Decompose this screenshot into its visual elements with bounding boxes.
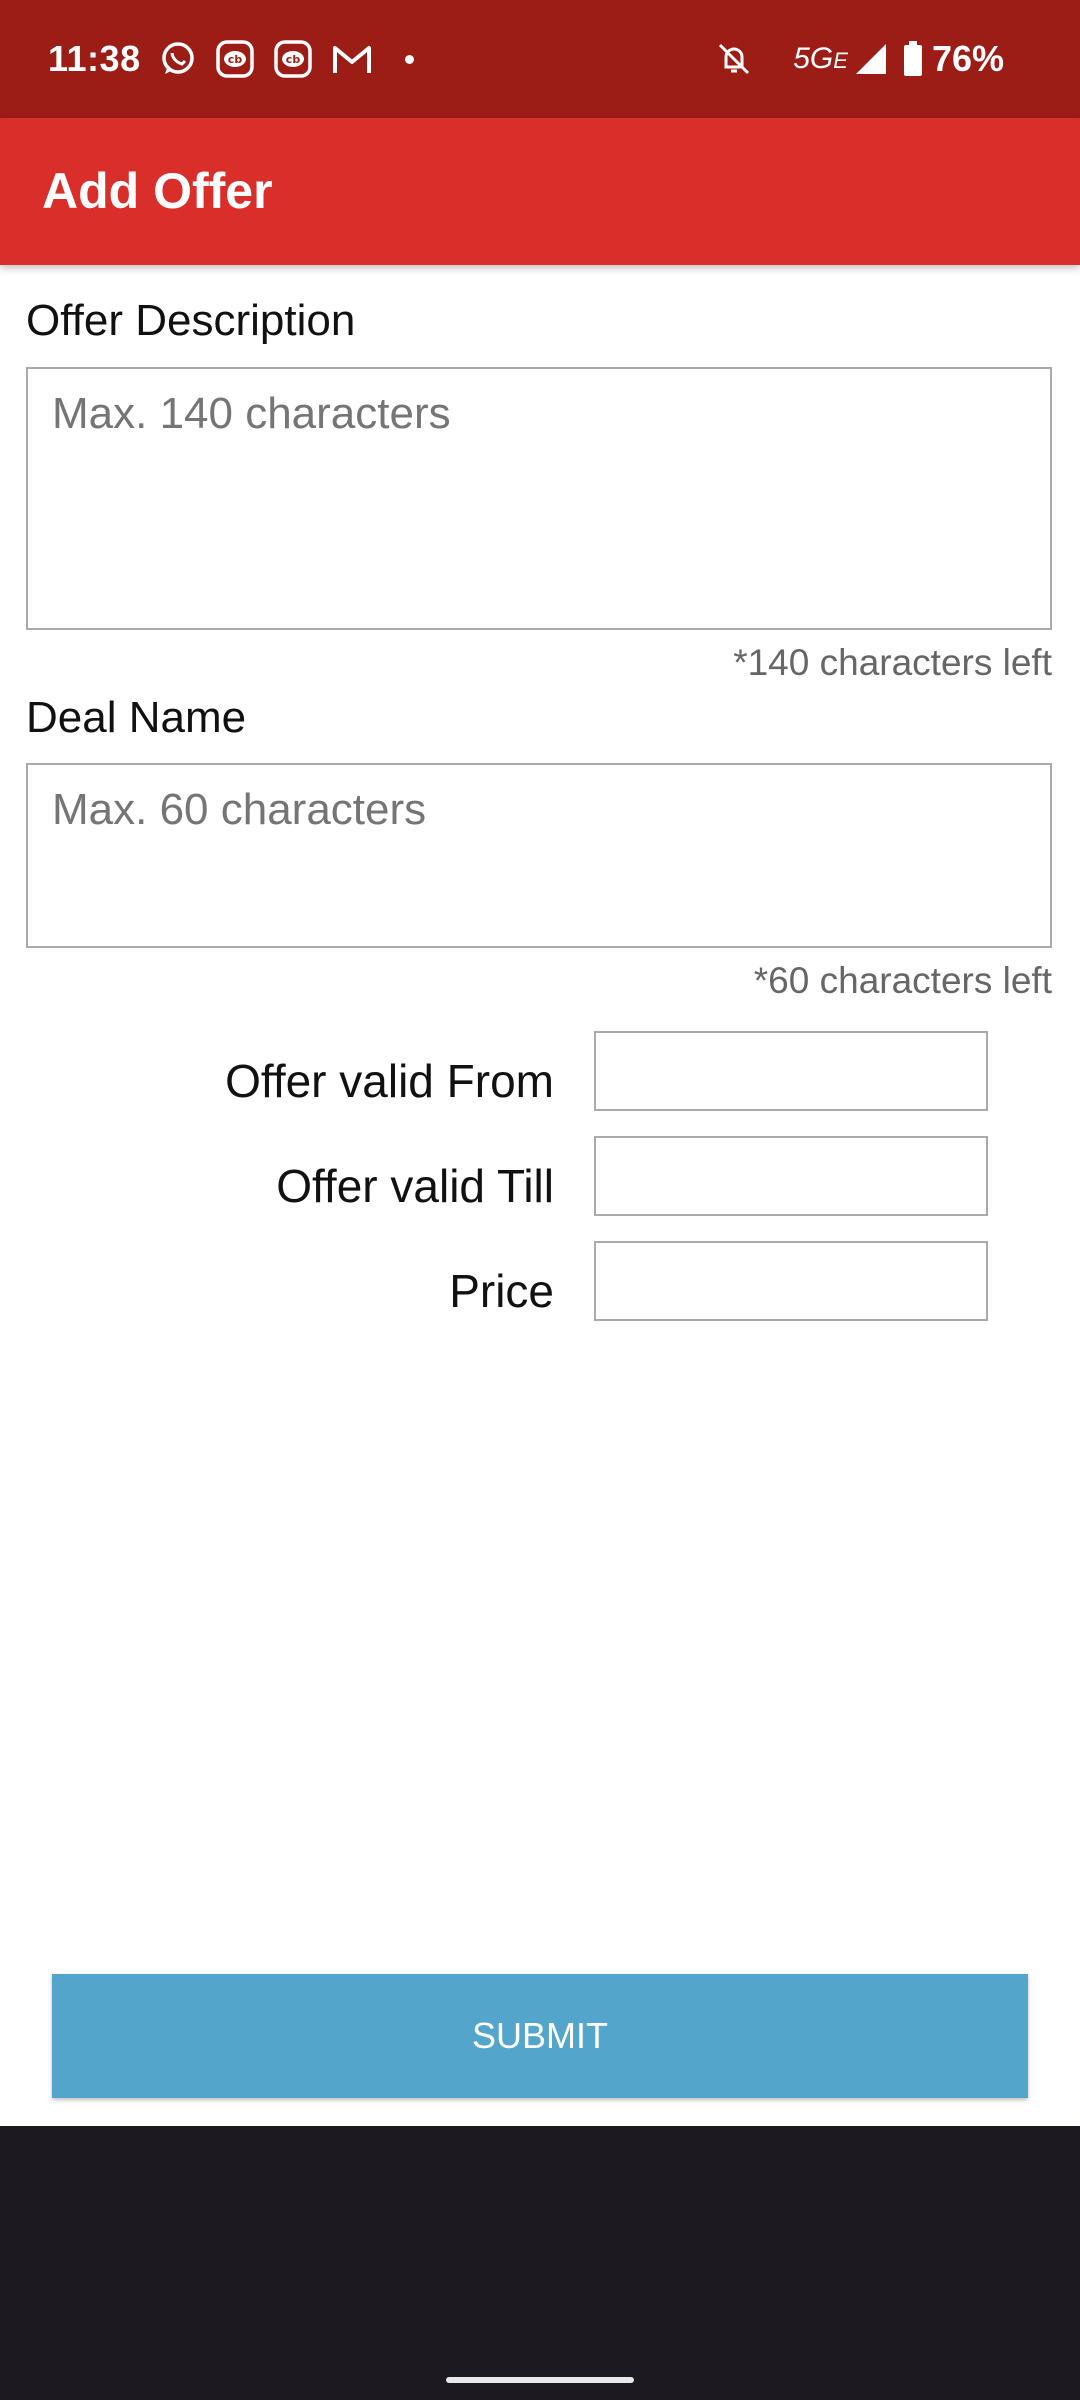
status-right-group: 5GE 76% [715,0,1004,118]
svg-text:cb: cb [285,53,300,66]
mute-bell-icon [715,40,753,78]
svg-text:cb: cb [227,53,242,66]
price-input[interactable] [594,1241,988,1321]
status-time: 11:38 [48,38,141,79]
whatsapp-icon [159,40,197,78]
price-label: Price [449,1265,554,1317]
deal-name-input[interactable] [26,763,1052,948]
submit-button[interactable]: SUBMIT [52,1974,1028,2098]
network-type: 5GE [793,42,848,75]
battery-icon [902,40,924,78]
offer-description-label: Offer Description [26,296,356,345]
offer-valid-till-input[interactable] [594,1136,988,1216]
offer-valid-till-label: Offer valid Till [276,1160,554,1212]
cb-app-icon: cb [215,39,255,79]
offer-description-counter: *140 characters left [733,642,1052,683]
cb-app-icon: cb [273,39,313,79]
status-left-group: 11:38 cb cb [48,0,414,118]
home-gesture-handle[interactable] [446,2377,634,2383]
deal-name-counter: *60 characters left [753,960,1052,1001]
gmail-icon [331,42,373,76]
signal-icon [854,42,888,76]
offer-valid-from-label: Offer valid From [225,1055,554,1107]
offer-valid-from-input[interactable] [594,1031,988,1111]
battery-percentage: 76% [931,38,1004,79]
offer-description-input[interactable] [26,367,1052,630]
status-bar: 11:38 cb cb 5GE 76% [0,0,1080,118]
app-bar: Add Offer [0,118,1080,265]
page-title: Add Offer [42,163,273,219]
notification-dot-icon [404,54,414,64]
system-nav-area [0,2126,1080,2400]
deal-name-label: Deal Name [26,693,247,742]
